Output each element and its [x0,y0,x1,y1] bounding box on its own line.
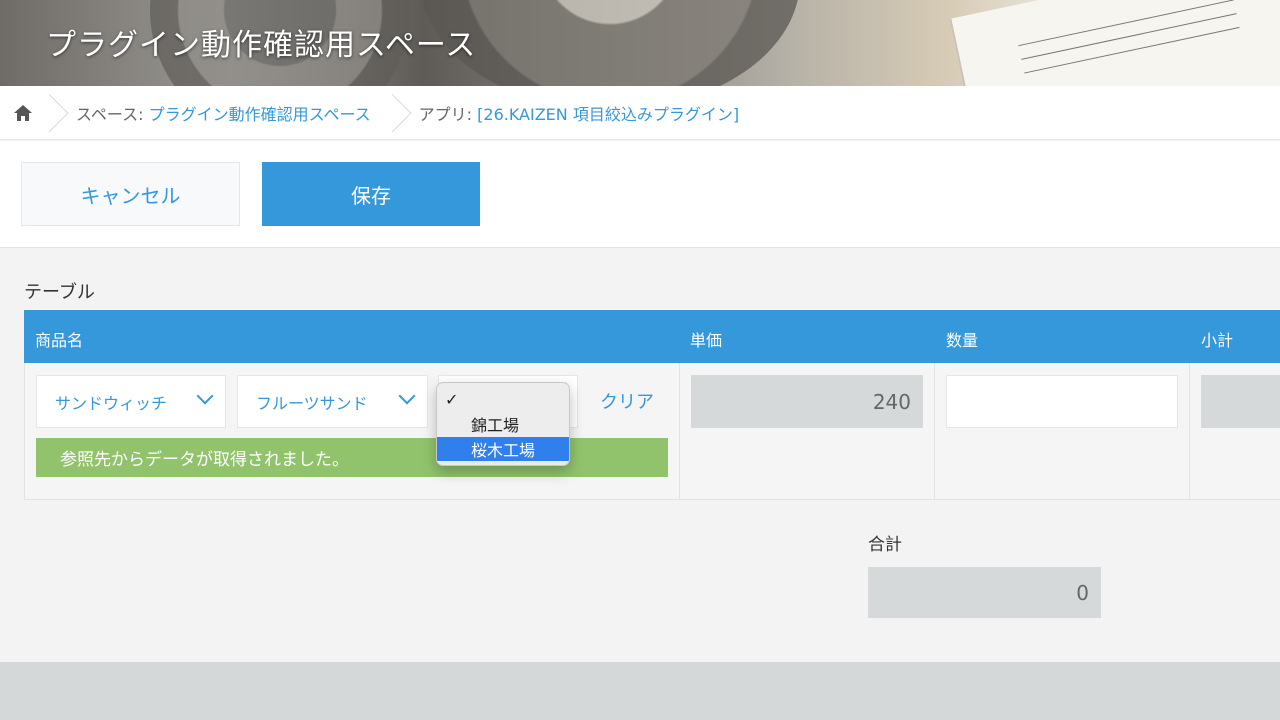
breadcrumb-app: アプリ: [26.KAIZEN 項目絞込みプラグイン] [403,101,757,125]
total-field: 0 [868,567,1101,618]
column-divider [679,363,680,500]
chevron-down-icon [398,387,416,405]
breadcrumb-app-link[interactable]: [26.KAIZEN 項目絞込みプラグイン] [477,105,739,124]
breadcrumb-space-link[interactable]: プラグイン動作確認用スペース [149,105,371,124]
breadcrumb-separator [389,86,403,140]
total-label: 合計 [868,535,902,555]
lookup-success-message: 参照先からデータが取得されました。 [36,438,668,477]
dropdown-option-label: 錦工場 [471,416,520,435]
breadcrumb-space: スペース: プラグイン動作確認用スペース [60,101,389,125]
product-item-select[interactable]: フルーツサンド [237,375,428,428]
column-header-quantity: 数量 [946,331,979,350]
column-header-product: 商品名 [35,331,84,350]
column-header-unit-price: 単価 [690,331,723,350]
clear-link[interactable]: クリア [600,388,654,414]
table-field-label: テーブル [24,282,95,303]
space-header-banner: プラグイン動作確認用スペース [0,0,1280,86]
quantity-input[interactable] [946,375,1178,428]
breadcrumb: スペース: プラグイン動作確認用スペース アプリ: [26.KAIZEN 項目絞… [0,86,1280,140]
chevron-down-icon [196,387,214,405]
unit-price-field: 240 [691,375,923,428]
checkmark-icon: ✓ [445,389,459,409]
banner-gear-image [420,0,800,86]
dropdown-option-empty[interactable]: ✓ [437,387,569,411]
cancel-button[interactable]: キャンセル [21,162,240,226]
column-header-subtotal: 小計 [1201,331,1234,350]
footer-bar [0,662,1280,720]
column-divider [1189,363,1190,500]
product-item-value: フルーツサンド [256,393,368,413]
dropdown-option-label: 桜木工場 [471,441,536,460]
breadcrumb-space-prefix: スペース: [76,104,149,124]
space-title: プラグイン動作確認用スペース [46,28,477,63]
banner-blueprint-image [949,0,1280,86]
edit-toolbar: キャンセル 保存 [0,141,1280,248]
factory-dropdown-menu: ✓ 錦工場 桜木工場 [436,382,570,466]
breadcrumb-app-prefix: アプリ: [418,104,478,124]
product-category-value: サンドウィッチ [55,393,168,413]
save-button[interactable]: 保存 [262,162,480,226]
subtotal-field [1201,375,1280,428]
total-value: 0 [1076,580,1089,605]
table-header: 商品名 単価 数量 小計 [24,310,1280,363]
unit-price-value: 240 [872,389,911,414]
product-category-select[interactable]: サンドウィッチ [36,375,226,428]
breadcrumb-separator [46,86,60,140]
column-divider [934,363,935,500]
dropdown-option-sakuragi[interactable]: 桜木工場 [437,437,569,461]
dropdown-option-nishiki[interactable]: 錦工場 [437,412,569,436]
